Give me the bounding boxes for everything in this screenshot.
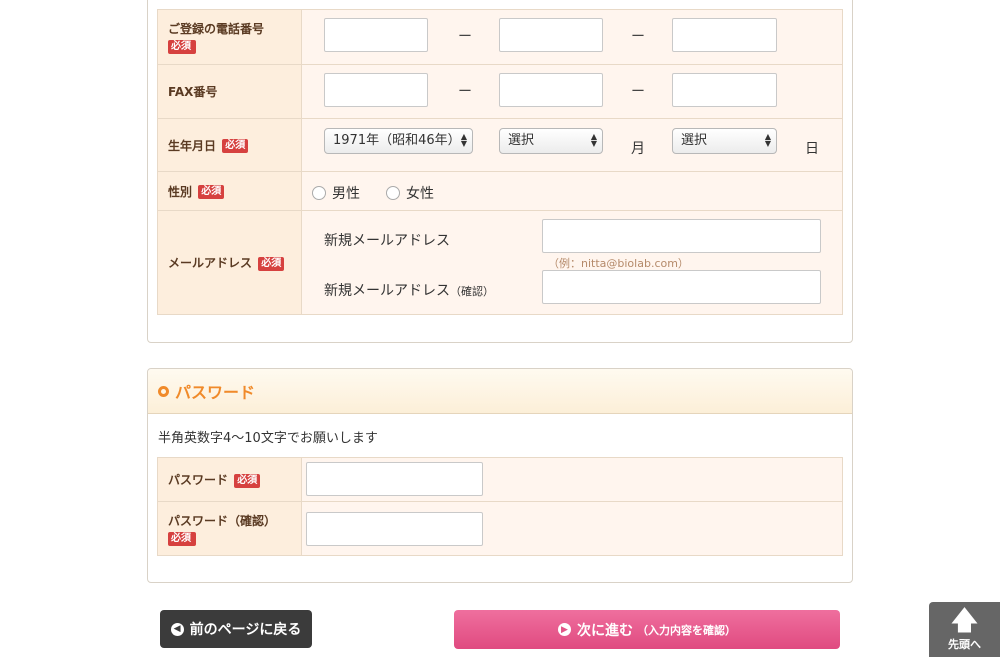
circle-bullet-icon xyxy=(158,385,169,397)
email-label: メールアドレス xyxy=(168,256,253,270)
birth-year-select[interactable]: 1971年（昭和46年） ▲ ▼ xyxy=(324,128,473,154)
email-value-cell: 新規メールアドレス （例：nitta@biolab.com） 新規メールアドレス… xyxy=(301,210,843,315)
phone-separator-2: ー xyxy=(631,29,645,45)
personal-info-panel: ご登録の電話番号 必須 ー ー FAX番号 ー ー 生年月日 必須 1971年（… xyxy=(147,0,853,343)
birth-month-value: 選択 xyxy=(508,133,535,148)
gender-male-radio[interactable]: 男性 xyxy=(312,183,360,203)
password-section-title: パスワード xyxy=(175,383,256,402)
back-button[interactable]: ◀ 前のページに戻る xyxy=(160,610,312,648)
next-button-label: 次に進む xyxy=(577,622,633,639)
phone-label: ご登録の電話番号 xyxy=(168,22,265,36)
password-confirm-label: パスワード（確認） xyxy=(168,513,277,528)
select-arrows-icon: ▲ ▼ xyxy=(590,132,597,148)
birthday-label-cell: 生年月日 必須 xyxy=(157,118,302,172)
gender-row: 性別 必須 男性 女性 xyxy=(157,171,843,211)
required-badge: 必須 xyxy=(168,531,196,546)
arrow-up-icon: 🡅 xyxy=(951,606,978,636)
email-label-cell: メールアドレス 必須 xyxy=(157,210,302,315)
month-unit: 月 xyxy=(631,141,645,157)
fax-label: FAX番号 xyxy=(168,85,218,99)
required-badge: 必須 xyxy=(222,139,249,153)
birth-year-value: 1971年（昭和46年） xyxy=(333,133,461,148)
next-button-suffix: （入力内容を確認） xyxy=(637,623,736,637)
gender-male-label: 男性 xyxy=(332,186,360,202)
password-confirm-row: パスワード（確認） 必須 xyxy=(157,501,843,556)
phone-value-cell: ー ー xyxy=(301,9,843,65)
birthday-label: 生年月日 xyxy=(168,138,217,153)
password-value-cell xyxy=(301,457,843,502)
confirm-email-input[interactable] xyxy=(542,270,821,304)
fax-separator-2: ー xyxy=(631,84,645,100)
birthday-value-cell: 1971年（昭和46年） ▲ ▼ 選択 ▲ ▼ 月 選択 ▲ ▼ 日 xyxy=(301,118,843,172)
fax-row: FAX番号 ー ー xyxy=(157,64,843,119)
fax-input-1[interactable] xyxy=(324,73,428,107)
password-panel: パスワード 半角英数字4〜10文字でお願いします パスワード 必須 パスワード（… xyxy=(147,368,853,583)
password-input[interactable] xyxy=(306,462,483,496)
birth-day-value: 選択 xyxy=(681,133,708,148)
new-email-label: 新規メールアドレス xyxy=(324,233,450,249)
required-badge: 必須 xyxy=(234,473,261,488)
chevron-left-circle-icon: ◀ xyxy=(170,622,184,636)
password-confirm-value-cell xyxy=(301,501,843,556)
fax-input-2[interactable] xyxy=(499,73,603,107)
password-table: パスワード 必須 パスワード（確認） 必須 xyxy=(157,457,843,556)
radio-circle-icon xyxy=(312,186,326,200)
password-note: 半角英数字4〜10文字でお願いします xyxy=(158,431,378,446)
confirm-email-label: 新規メールアドレス（確認） xyxy=(324,283,494,299)
password-label-cell: パスワード 必須 xyxy=(157,457,302,502)
phone-input-1[interactable] xyxy=(324,18,428,52)
phone-separator-1: ー xyxy=(458,29,472,45)
back-to-top-button[interactable]: 🡅 先頭へ xyxy=(929,602,1000,657)
password-section-header: パスワード xyxy=(148,369,852,414)
personal-info-table: ご登録の電話番号 必須 ー ー FAX番号 ー ー 生年月日 必須 1971年（… xyxy=(157,9,843,315)
fax-separator-1: ー xyxy=(458,84,472,100)
required-badge: 必須 xyxy=(168,40,196,54)
birthday-row: 生年月日 必須 1971年（昭和46年） ▲ ▼ 選択 ▲ ▼ 月 選択 ▲ ▼ 日 xyxy=(157,118,843,172)
password-label: パスワード xyxy=(168,473,229,487)
required-badge: 必須 xyxy=(258,256,285,271)
gender-label: 性別 xyxy=(168,184,193,199)
gender-female-label: 女性 xyxy=(406,186,434,202)
required-badge: 必須 xyxy=(198,185,225,199)
day-unit: 日 xyxy=(805,141,819,157)
select-arrows-icon: ▲ ▼ xyxy=(460,132,467,148)
birth-month-select[interactable]: 選択 ▲ ▼ xyxy=(499,128,603,154)
select-arrows-icon: ▲ ▼ xyxy=(764,132,771,148)
phone-input-2[interactable] xyxy=(499,18,603,52)
back-button-label: 前のページに戻る xyxy=(189,622,302,638)
password-row: パスワード 必須 xyxy=(157,457,843,502)
phone-label-cell: ご登録の電話番号 必須 xyxy=(157,9,302,65)
fax-input-3[interactable] xyxy=(672,73,777,107)
birth-day-select[interactable]: 選択 ▲ ▼ xyxy=(672,128,777,154)
gender-female-radio[interactable]: 女性 xyxy=(386,183,434,203)
phone-input-3[interactable] xyxy=(672,18,777,52)
email-example-hint: （例：nitta@biolab.com） xyxy=(548,257,689,270)
fax-label-cell: FAX番号 xyxy=(157,64,302,119)
email-row: メールアドレス 必須 新規メールアドレス （例：nitta@biolab.com… xyxy=(157,210,843,315)
gender-label-cell: 性別 必須 xyxy=(157,171,302,211)
back-to-top-label: 先頭へ xyxy=(948,638,981,651)
phone-row: ご登録の電話番号 必須 ー ー xyxy=(157,9,843,65)
new-email-input[interactable] xyxy=(542,219,821,253)
next-button[interactable]: ▶ 次に進む （入力内容を確認） xyxy=(454,610,840,649)
radio-circle-icon xyxy=(386,186,400,200)
password-confirm-label-cell: パスワード（確認） 必須 xyxy=(157,501,302,556)
gender-value-cell: 男性 女性 xyxy=(301,171,843,211)
fax-value-cell: ー ー xyxy=(301,64,843,119)
chevron-right-circle-icon: ▶ xyxy=(558,623,571,636)
password-confirm-input[interactable] xyxy=(306,512,483,546)
